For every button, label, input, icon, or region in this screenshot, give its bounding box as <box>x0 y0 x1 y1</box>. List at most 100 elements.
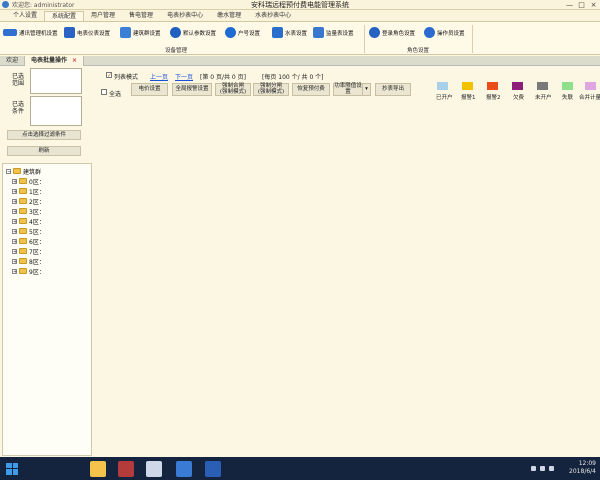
folder-icon <box>19 238 27 244</box>
tree-node-zone-1[interactable]: + 1区： <box>12 187 45 196</box>
expand-icon[interactable]: + <box>12 228 17 234</box>
next-page-link[interactable]: 下一页 <box>175 72 193 81</box>
windows-start-icon[interactable] <box>6 462 18 475</box>
legend-label-opened: 已开户 <box>436 95 453 101</box>
folder-icon <box>19 228 27 234</box>
document-tabs: 欢迎 电表批量操作 × <box>0 56 600 66</box>
tab-water-reading-center[interactable]: 水表抄表中心 <box>248 11 298 21</box>
window-controls: — □ × <box>565 1 598 9</box>
window-app-icon[interactable] <box>146 461 162 477</box>
list-mode-label: 列表模式 <box>114 74 139 81</box>
folder-icon <box>19 178 27 184</box>
meter-app-icon[interactable] <box>176 461 192 477</box>
water-meter-settings-button[interactable]: 水表设置 <box>272 26 307 39</box>
expand-icon[interactable]: + <box>12 208 17 214</box>
user-role-icon <box>369 27 380 38</box>
tree-node-zone-6[interactable]: + 6区： <box>12 237 45 246</box>
tab-close-icon[interactable]: × <box>72 56 77 66</box>
price-settings-button[interactable]: 电价设置 <box>131 83 168 96</box>
group-label-device-management: 设备管理 <box>165 48 188 54</box>
legend-swatch-not-opened <box>537 82 548 90</box>
default-params-button[interactable]: 默认参数设置 <box>170 26 216 39</box>
tab-system-config[interactable]: 系统配置 <box>44 11 85 21</box>
refresh-button[interactable]: 刷新 <box>7 146 81 156</box>
file-explorer-icon[interactable] <box>90 461 106 477</box>
tab-meter-batch-operation[interactable]: 电表批量操作 × <box>24 56 85 66</box>
tree-node-zone-8[interactable]: + 8区： <box>12 257 45 266</box>
close-button[interactable]: × <box>589 1 598 9</box>
restore-prepaid-button[interactable]: 恢复预付费 <box>292 83 330 96</box>
household-settings-button[interactable]: 户号设置 <box>225 26 260 39</box>
folder-icon <box>19 218 27 224</box>
tab-welcome[interactable]: 欢迎 <box>0 56 24 66</box>
global-alarm-settings-button[interactable]: 全局报警设置 <box>172 83 212 96</box>
tree-root[interactable]: − 建筑群 <box>6 167 41 176</box>
operator-settings-button[interactable]: 操作员设置 <box>424 26 465 39</box>
word-icon[interactable] <box>205 461 221 477</box>
expand-icon[interactable]: + <box>12 268 17 274</box>
force-open-switch-button[interactable]: 强制分闸 (强制模式) <box>253 83 289 96</box>
gear-icon <box>170 27 181 38</box>
gateway-icon <box>3 29 17 36</box>
select-all-checkbox[interactable] <box>101 89 107 95</box>
tree-node-zone-3[interactable]: + 3区： <box>12 207 45 216</box>
login-role-settings-button[interactable]: 登录角色设置 <box>369 26 415 39</box>
toolbox-icon[interactable] <box>118 461 134 477</box>
folder-icon <box>19 258 27 264</box>
export-readings-button[interactable]: 抄表导出 <box>375 83 411 96</box>
power-limit-dropdown-icon[interactable]: ▾ <box>363 83 371 96</box>
tree-node-zone-9[interactable]: + 9区： <box>12 267 45 276</box>
expand-icon[interactable]: + <box>12 248 17 254</box>
expand-icon[interactable]: + <box>12 258 17 264</box>
tree-node-zone-5[interactable]: + 5区： <box>12 227 45 236</box>
water-meter-icon <box>272 27 283 38</box>
network-icon[interactable] <box>531 466 536 471</box>
clock-time: 12:09 <box>578 460 596 467</box>
expand-icon[interactable]: + <box>12 188 17 194</box>
expand-icon[interactable]: + <box>12 218 17 224</box>
monitor-meter-settings-button[interactable]: 监量表设置 <box>313 26 354 39</box>
power-limit-settings-button[interactable]: 功率限值设 置 <box>333 83 363 96</box>
select-all-label: 全选 <box>109 91 122 98</box>
select-filter-button[interactable]: 点击选择过滤条件 <box>7 130 81 140</box>
legend-swatch-alarm1 <box>462 82 473 90</box>
tab-user-management[interactable]: 用户管理 <box>84 11 122 21</box>
tab-personal-settings[interactable]: 个人设置 <box>6 11 44 21</box>
operator-icon <box>424 27 435 38</box>
tab-meter-reading-center[interactable]: 电表抄表中心 <box>160 11 210 21</box>
list-mode-checkbox[interactable]: ✓ <box>106 72 112 79</box>
collapse-icon[interactable]: − <box>6 168 11 174</box>
prev-page-link[interactable]: 上一页 <box>150 72 168 81</box>
maximize-button[interactable]: □ <box>577 1 586 9</box>
tab-power-sales[interactable]: 售电管理 <box>122 11 160 21</box>
volume-icon[interactable] <box>540 466 545 471</box>
selected-scope-field[interactable] <box>30 68 82 94</box>
expand-icon[interactable]: + <box>12 238 17 244</box>
meter-icon <box>64 27 75 38</box>
tree-node-zone-7[interactable]: + 7区： <box>12 247 45 256</box>
force-close-switch-button[interactable]: 强制合闸 (强制模式) <box>215 83 251 96</box>
building-settings-button[interactable]: 建筑群设置 <box>120 26 161 39</box>
clock-date: 2018/6/4 <box>569 468 596 475</box>
tree-node-zone-4[interactable]: + 4区： <box>12 217 45 226</box>
app-logo-icon <box>2 1 9 8</box>
input-method-icon[interactable] <box>549 466 554 471</box>
selected-conditions-label: 已选条件 <box>12 101 25 115</box>
tab-water-payment[interactable]: 缴水管理 <box>210 11 248 21</box>
legend-label-not-opened: 未开户 <box>535 95 552 101</box>
gateway-settings-button[interactable]: 通讯管理机设置 <box>3 26 58 39</box>
meter-settings-button[interactable]: 电表仪表设置 <box>64 26 110 39</box>
system-tray <box>531 466 554 471</box>
minimize-button[interactable]: — <box>565 1 574 9</box>
page-size-info: [每页 100 个/ 共 0 个] <box>262 74 324 81</box>
clock[interactable]: 12:09 2018/6/4 <box>569 460 596 476</box>
expand-icon[interactable]: + <box>12 178 17 184</box>
legend-swatch-arrears <box>512 82 523 90</box>
tree-node-zone-2[interactable]: + 2区： <box>12 197 45 206</box>
selected-conditions-field[interactable] <box>30 96 82 126</box>
expand-icon[interactable]: + <box>12 198 17 204</box>
ribbon-separator <box>364 25 365 53</box>
legend-label-alarm1: 报警1 <box>461 95 476 101</box>
building-icon <box>120 27 131 38</box>
tree-node-zone-0[interactable]: + 0区： <box>12 177 45 186</box>
